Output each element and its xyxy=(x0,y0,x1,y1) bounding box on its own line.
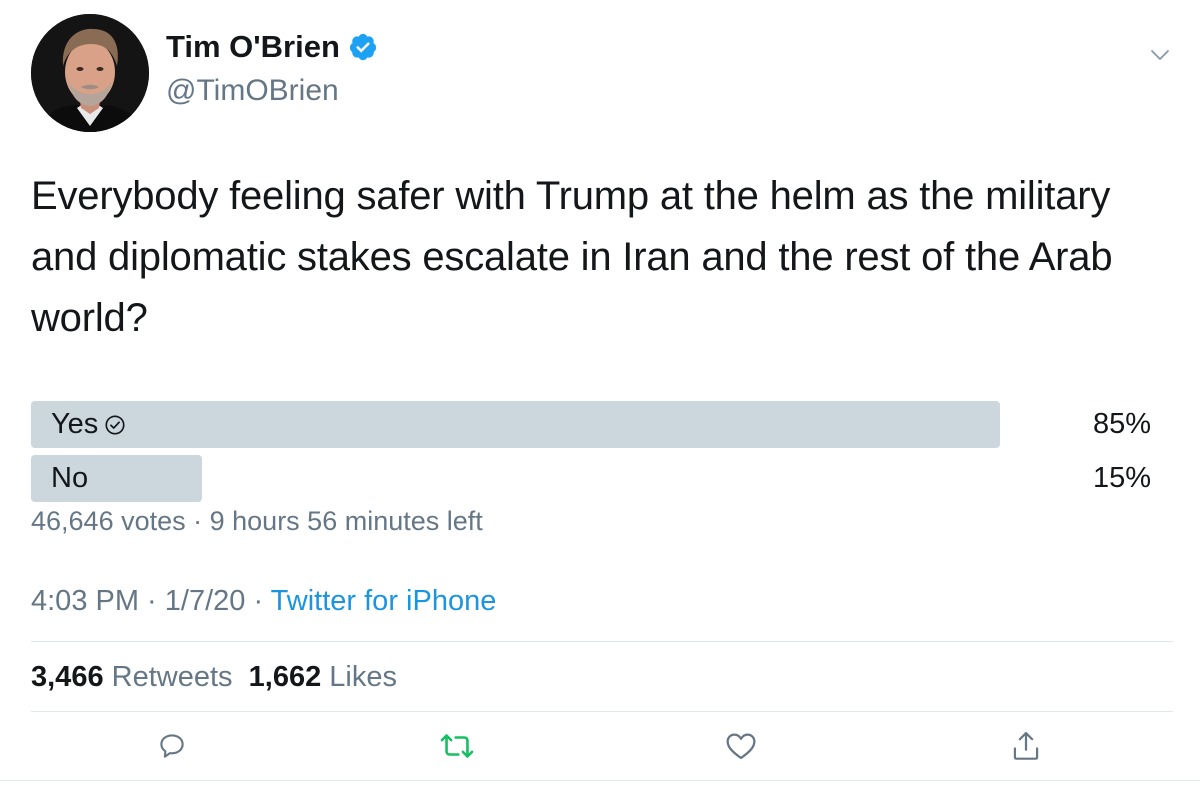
heart-icon xyxy=(726,733,756,760)
poll-option-percent: 85% xyxy=(1092,408,1151,440)
retweets-label: Retweets xyxy=(111,661,233,693)
tweet-text: Everybody feeling safer with Trump at th… xyxy=(31,174,1113,340)
poll-option-label: Yes xyxy=(51,408,99,440)
poll-meta-separator: · xyxy=(185,506,210,536)
reply-icon xyxy=(160,734,184,758)
retweets-count: 3,466 xyxy=(31,661,104,693)
poll-option-label-row: Yes xyxy=(51,401,126,448)
likes-count: 1,662 xyxy=(248,661,322,693)
timestamp-separator: · xyxy=(245,585,271,617)
poll-meta: 46,646 votes · 9 hours 56 minutes left xyxy=(31,503,483,539)
tweet-time[interactable]: 4:03 PM xyxy=(31,585,139,617)
likes-label: Likes xyxy=(329,661,397,693)
tweet-detail: Tim O'Brien @TimOBrien Everybody feeling… xyxy=(0,0,1200,785)
retweet-button[interactable] xyxy=(439,728,475,764)
tweet-stats: 3,466 Retweets 1,662 Likes xyxy=(31,658,397,696)
poll-option-label: No xyxy=(51,462,89,494)
tweet-timestamp: 4:03 PM · 1/7/20 · Twitter for iPhone xyxy=(31,582,496,620)
author-handle[interactable]: @TimOBrien xyxy=(166,71,378,111)
tweet-date[interactable]: 1/7/20 xyxy=(165,585,246,617)
share-icon xyxy=(1013,731,1039,760)
retweet-icon xyxy=(440,734,474,758)
poll: Yes 85% No 15% xyxy=(31,401,1151,509)
tweet-header: Tim O'Brien @TimOBrien xyxy=(31,14,378,132)
poll-option-percent: 15% xyxy=(1092,462,1151,494)
tweet-source-link[interactable]: Twitter for iPhone xyxy=(271,585,497,617)
divider xyxy=(0,780,1200,781)
share-button[interactable] xyxy=(1008,728,1044,764)
verified-badge-icon xyxy=(349,33,377,61)
author-display-name[interactable]: Tim O'Brien xyxy=(166,27,340,67)
poll-time-left: 9 hours 56 minutes left xyxy=(209,506,483,536)
poll-votes: 46,646 votes xyxy=(31,506,186,536)
retweets-stat[interactable]: 3,466 Retweets xyxy=(31,661,233,693)
timestamp-separator: · xyxy=(139,585,165,617)
author-names: Tim O'Brien @TimOBrien xyxy=(166,27,378,111)
divider xyxy=(31,641,1173,642)
author-display-name-row[interactable]: Tim O'Brien xyxy=(166,27,378,67)
tweet-actions xyxy=(0,728,1200,764)
like-button[interactable] xyxy=(723,728,759,764)
reply-button[interactable] xyxy=(154,728,190,764)
poll-bar-yes xyxy=(31,401,1000,448)
checkmark-circle-icon xyxy=(105,414,125,435)
divider xyxy=(31,711,1173,712)
chevron-down-icon[interactable] xyxy=(1150,48,1170,62)
likes-stat[interactable]: 1,662 Likes xyxy=(249,661,397,693)
poll-option-no: No 15% xyxy=(31,455,1151,502)
poll-option-label-row: No xyxy=(51,455,88,502)
author-avatar[interactable] xyxy=(31,14,149,132)
poll-option-yes: Yes 85% xyxy=(31,401,1151,448)
